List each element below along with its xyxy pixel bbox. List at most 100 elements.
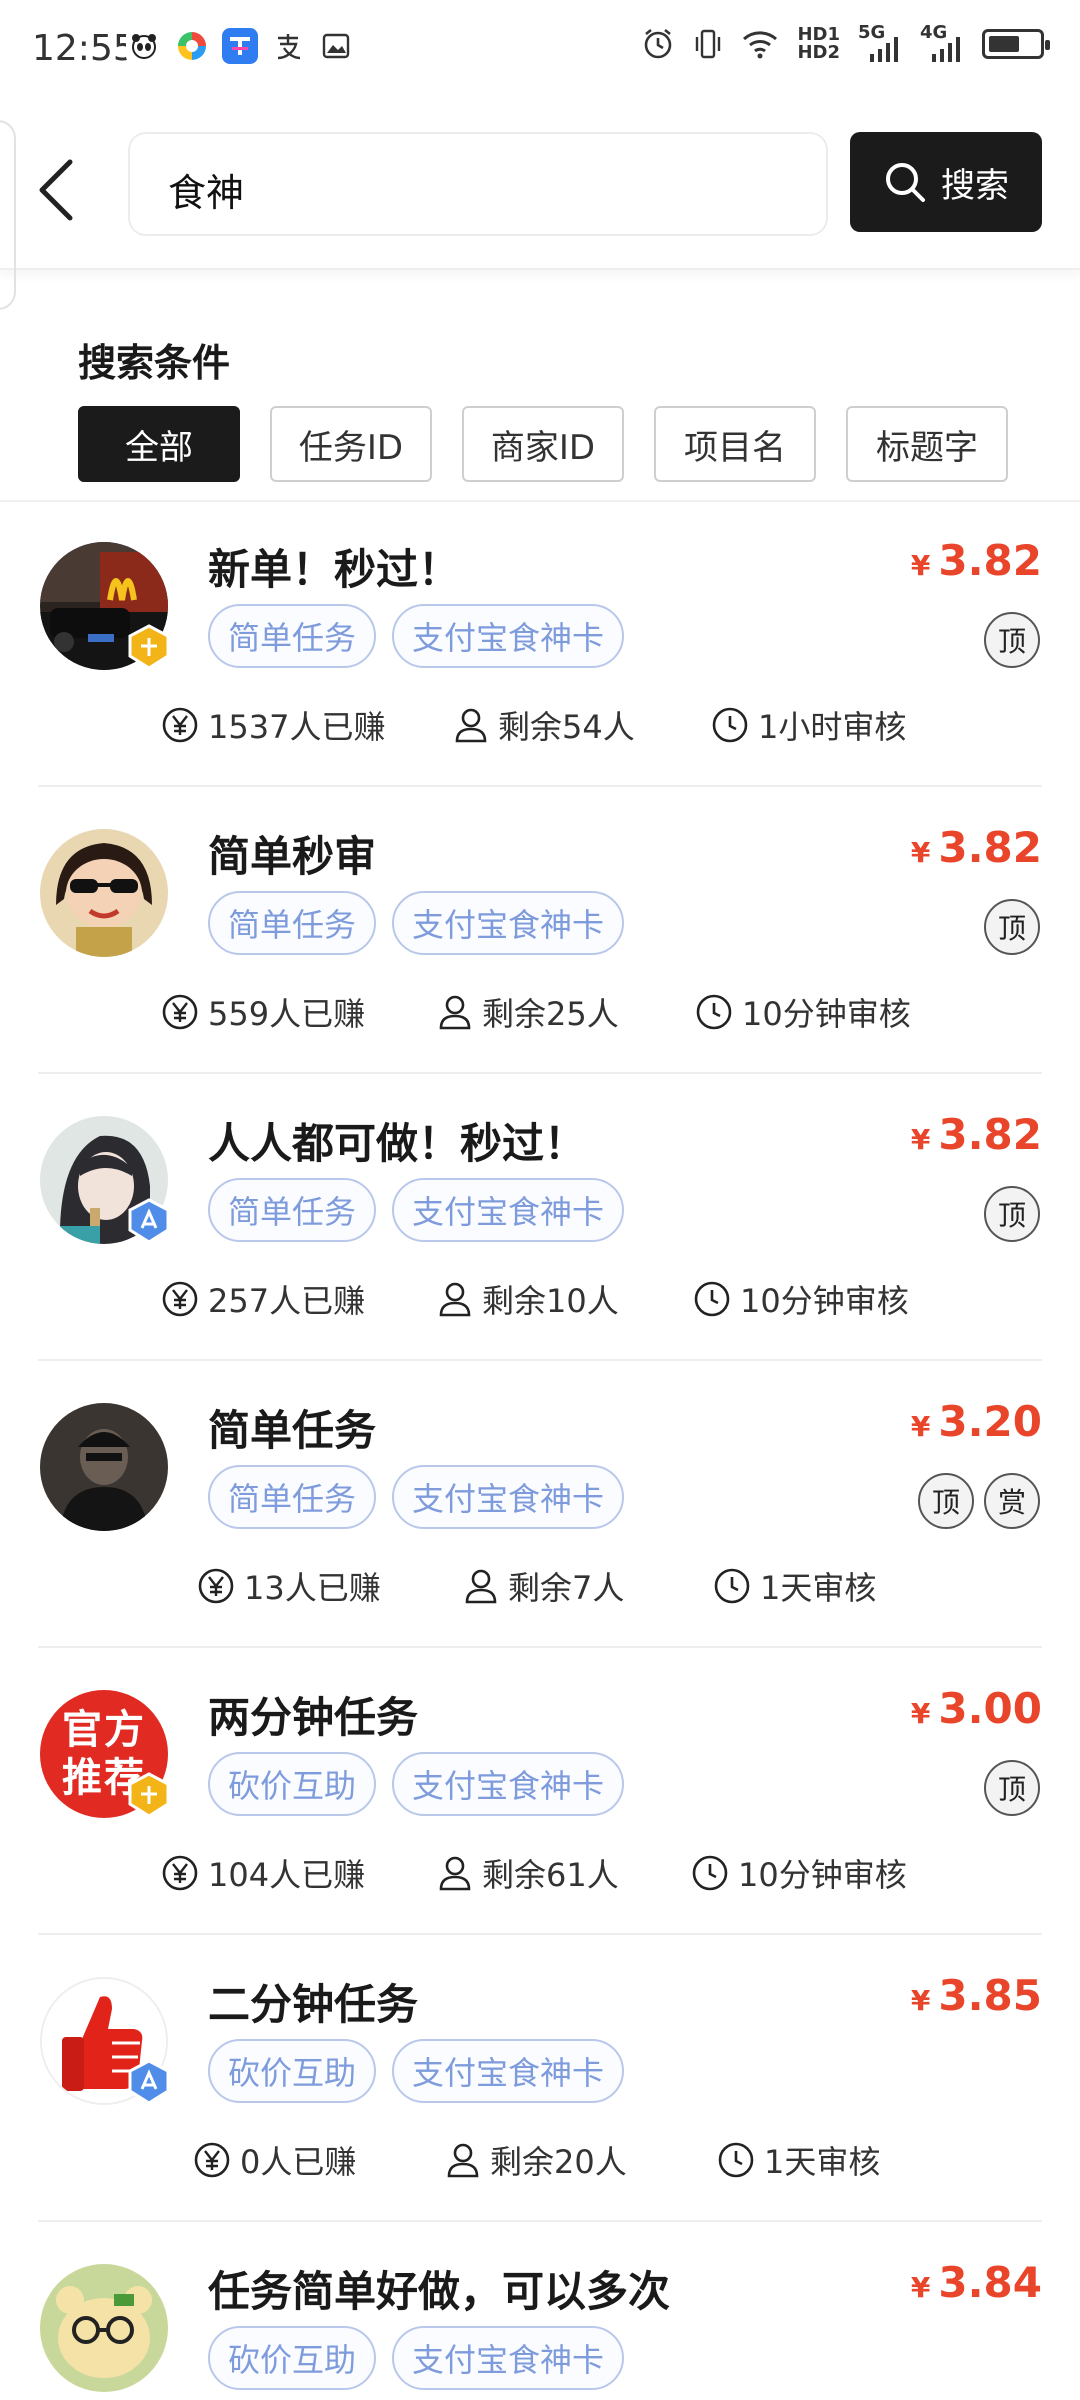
remaining-count: 剩余61人 <box>482 1856 619 1894</box>
task-tag: 简单任务 <box>208 1178 377 1242</box>
earned-stat: 0人已赚 <box>192 2137 356 2183</box>
filter-chip-task-id[interactable]: 任务ID <box>270 406 432 482</box>
earned-count: 104人已赚 <box>208 1856 366 1894</box>
review-time: 10分钟审核 <box>740 1282 909 1320</box>
task-price: ¥3.85 <box>911 1971 1042 2020</box>
hd2-label: HD2 <box>797 42 840 63</box>
task-item[interactable]: 新单！秒过！ ¥3.82 简单任务 支付宝食神卡 顶 1537人已赚 剩余54人… <box>0 500 1080 787</box>
remaining-stat: 剩余61人 <box>436 1850 619 1896</box>
task-stats: 257人已赚 剩余10人 10分钟审核 <box>160 1276 960 1326</box>
system-indicators: HD1 HD2 5G 4G <box>641 22 1050 62</box>
task-title: 二分钟任务 <box>208 1980 419 2029</box>
top-pill: 顶 <box>984 899 1040 955</box>
price-value: 3.00 <box>938 1684 1042 1733</box>
signal-4g: 4G <box>920 22 964 62</box>
currency-symbol: ¥ <box>910 1984 931 2017</box>
side-drawer-handle[interactable] <box>0 120 16 310</box>
price-value: 3.82 <box>938 1110 1042 1159</box>
currency-symbol: ¥ <box>910 836 931 869</box>
price-value: 3.84 <box>938 2258 1042 2307</box>
search-input[interactable]: 食神 <box>128 132 828 236</box>
remaining-count: 剩余10人 <box>482 1282 619 1320</box>
earned-count: 0人已赚 <box>240 2143 357 2181</box>
gallery-icon <box>318 28 354 64</box>
currency-symbol: ¥ <box>910 2271 931 2304</box>
task-title: 新单！秒过！ <box>208 545 461 594</box>
task-item[interactable]: 二分钟任务 ¥3.85 砍价互助 支付宝食神卡 0人已赚 剩余20人 1天审核 <box>0 1935 1080 2222</box>
remaining-count: 剩余7人 <box>508 1569 625 1607</box>
colorful-app-icon <box>174 28 210 64</box>
task-tags: 简单任务 支付宝食神卡 <box>208 891 625 955</box>
task-item[interactable]: 任务简单好做，可以多次 ¥3.84 砍价互助 支付宝食神卡 <box>0 2222 1080 2400</box>
task-item[interactable]: 简单秒审 ¥3.82 简单任务 支付宝食神卡 顶 559人已赚 剩余25人 10… <box>0 787 1080 1074</box>
task-tag: 简单任务 <box>208 1465 377 1529</box>
search-button-label: 搜索 <box>941 165 1009 206</box>
task-tag: 支付宝食神卡 <box>392 2039 625 2103</box>
task-price: ¥3.84 <box>911 2258 1042 2307</box>
remaining-count: 剩余25人 <box>482 995 619 1033</box>
review-stat: 10分钟审核 <box>692 1276 909 1322</box>
notification-icons <box>126 28 354 64</box>
back-button[interactable] <box>28 148 88 228</box>
blue-app-icon <box>222 28 258 64</box>
wifi-icon <box>743 31 778 59</box>
person-icon <box>465 1569 497 1604</box>
filter-section: 搜索条件 全部 任务ID 商家ID 项目名 标题字 <box>0 290 1080 502</box>
task-tag: 支付宝食神卡 <box>392 1465 625 1529</box>
hd-indicator: HD1 HD2 <box>797 26 840 62</box>
task-stats: 0人已赚 剩余20人 1天审核 <box>160 2137 960 2187</box>
search-header: 食神 搜索 <box>0 100 1080 270</box>
task-stats: 104人已赚 剩余61人 10分钟审核 <box>160 1850 960 1900</box>
clock-icon <box>718 2142 754 2178</box>
panda-app-icon <box>126 28 162 64</box>
filter-title: 搜索条件 <box>78 341 231 385</box>
remaining-stat: 剩余54人 <box>452 702 635 748</box>
task-price: ¥3.00 <box>911 1684 1042 1733</box>
task-tag: 砍价互助 <box>208 2326 377 2390</box>
vibrate-icon <box>696 29 721 59</box>
top-pill: 顶 <box>918 1473 974 1529</box>
remaining-stat: 剩余7人 <box>462 1563 624 1609</box>
chevron-left-icon <box>39 159 73 221</box>
clock-icon <box>714 1568 750 1604</box>
earned-count: 559人已赚 <box>208 995 366 1033</box>
review-stat: 10分钟审核 <box>694 989 911 1035</box>
task-stats: 13人已赚 剩余7人 1天审核 <box>160 1563 960 1613</box>
earned-count: 257人已赚 <box>208 1282 366 1320</box>
person-icon <box>455 708 487 743</box>
task-item[interactable]: 官方推荐 两分钟任务 ¥3.00 砍价互助 支付宝食神卡 顶 104人已赚 剩余… <box>0 1648 1080 1935</box>
filter-chip-merchant-id[interactable]: 商家ID <box>462 406 624 482</box>
earned-stat: 104人已赚 <box>160 1850 365 1896</box>
remaining-stat: 剩余25人 <box>436 989 619 1035</box>
task-tag: 简单任务 <box>208 604 377 668</box>
task-stats: 559人已赚 剩余25人 10分钟审核 <box>160 989 960 1039</box>
task-stats: 1537人已赚 剩余54人 1小时审核 <box>160 702 960 752</box>
currency-symbol: ¥ <box>910 1410 931 1443</box>
yen-coin-icon <box>162 707 198 743</box>
blue-shield-badge-icon <box>128 2059 170 2105</box>
filter-chip-title-keyword[interactable]: 标题字 <box>846 406 1008 482</box>
yen-coin-icon <box>198 1568 234 1604</box>
top-pill: 顶 <box>984 1760 1040 1816</box>
status-time: 12:55 <box>32 28 136 69</box>
search-button[interactable]: 搜索 <box>850 132 1042 232</box>
filter-chip-project-name[interactable]: 项目名 <box>654 406 816 482</box>
task-tags: 简单任务 支付宝食神卡 <box>208 1465 625 1529</box>
currency-symbol: ¥ <box>910 1123 931 1156</box>
task-item[interactable]: 简单任务 ¥3.20 简单任务 支付宝食神卡 顶 赏 13人已赚 剩余7人 1天… <box>0 1361 1080 1648</box>
task-tag: 砍价互助 <box>208 2039 377 2103</box>
review-time: 1天审核 <box>760 1569 877 1607</box>
task-pills: 顶 <box>984 612 1040 668</box>
task-title: 简单秒审 <box>208 832 377 881</box>
person-icon <box>447 2143 479 2178</box>
filter-chips: 全部 任务ID 商家ID 项目名 标题字 <box>78 406 1008 482</box>
task-tag: 支付宝食神卡 <box>392 604 625 668</box>
filter-chip-all[interactable]: 全部 <box>78 406 240 482</box>
task-tags: 简单任务 支付宝食神卡 <box>208 1178 625 1242</box>
currency-symbol: ¥ <box>910 1697 931 1730</box>
earned-stat: 559人已赚 <box>160 989 365 1035</box>
search-query: 食神 <box>168 171 245 215</box>
price-value: 3.82 <box>938 823 1042 872</box>
task-item[interactable]: 人人都可做！秒过！ ¥3.82 简单任务 支付宝食神卡 顶 257人已赚 剩余1… <box>0 1074 1080 1361</box>
review-stat: 10分钟审核 <box>690 1850 907 1896</box>
